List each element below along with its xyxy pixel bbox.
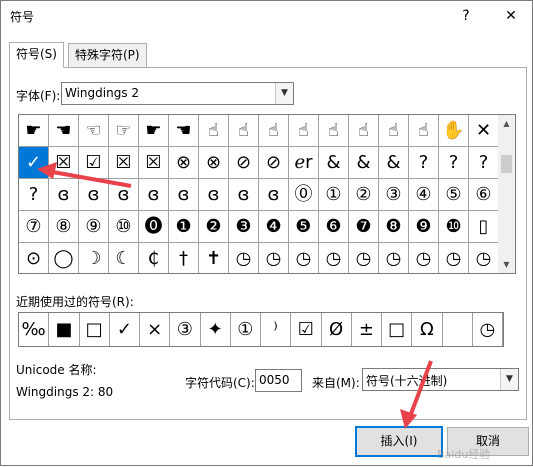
tab-symbols[interactable]: 符号(S) [9, 42, 64, 68]
arrow-to-insert-button [400, 360, 433, 429]
arrow-to-selected-symbol [37, 162, 132, 188]
annotation-arrows [37, 162, 433, 429]
symbol-dialog: 符号 ? ✕ 符号(S) 特殊字符(P) 字体(F): Wingdings 2 … [0, 0, 533, 466]
